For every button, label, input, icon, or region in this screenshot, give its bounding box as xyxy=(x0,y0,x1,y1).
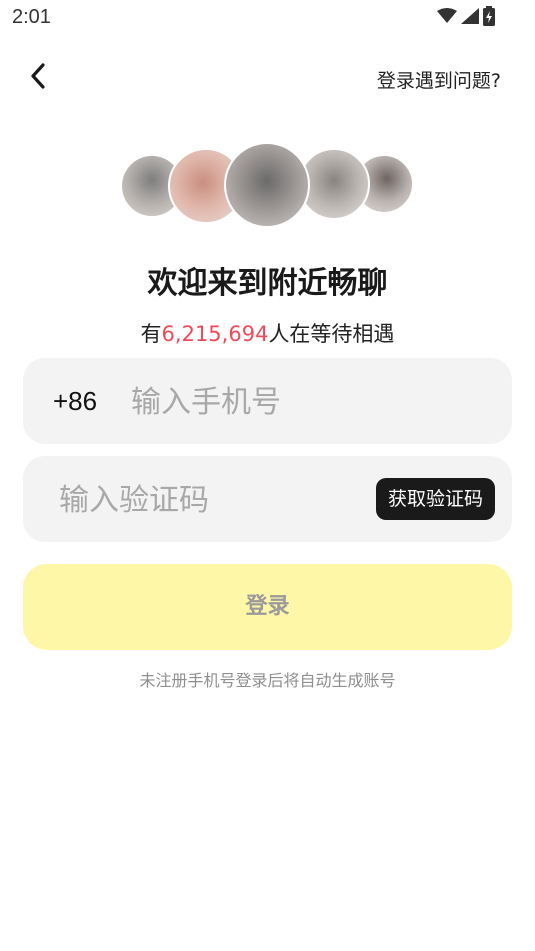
waiting-count: 6,215,694 xyxy=(161,322,269,346)
signal-icon xyxy=(461,8,479,28)
wifi-icon xyxy=(437,8,457,28)
back-button[interactable] xyxy=(22,60,54,96)
waiting-suffix: 人在等待相遇 xyxy=(268,322,395,346)
waiting-count-text: 有6,215,694人在等待相遇 xyxy=(0,318,535,348)
status-icons xyxy=(437,6,495,30)
phone-field: +86 xyxy=(23,358,512,444)
verification-code-input[interactable] xyxy=(57,476,361,524)
auto-register-note: 未注册手机号登录后将自动生成账号 xyxy=(139,671,396,690)
avatar-cluster xyxy=(120,142,420,232)
get-code-button[interactable]: 获取验证码 xyxy=(375,478,495,520)
status-time: 2:01 xyxy=(12,6,51,28)
status-bar: 2:01 xyxy=(0,0,535,36)
page-title: 欢迎来到附近畅聊 xyxy=(147,266,388,301)
top-bar: 登录遇到问题? xyxy=(0,56,535,100)
phone-input[interactable] xyxy=(129,378,483,426)
login-help-link[interactable]: 登录遇到问题? xyxy=(377,66,501,93)
chevron-left-icon xyxy=(29,62,47,94)
login-button[interactable]: 登录 xyxy=(23,564,512,650)
verification-code-field: 获取验证码 xyxy=(23,456,512,542)
avatar xyxy=(224,142,310,228)
country-code[interactable]: +86 xyxy=(53,386,97,417)
battery-icon xyxy=(483,6,495,30)
waiting-prefix: 有 xyxy=(140,322,162,346)
